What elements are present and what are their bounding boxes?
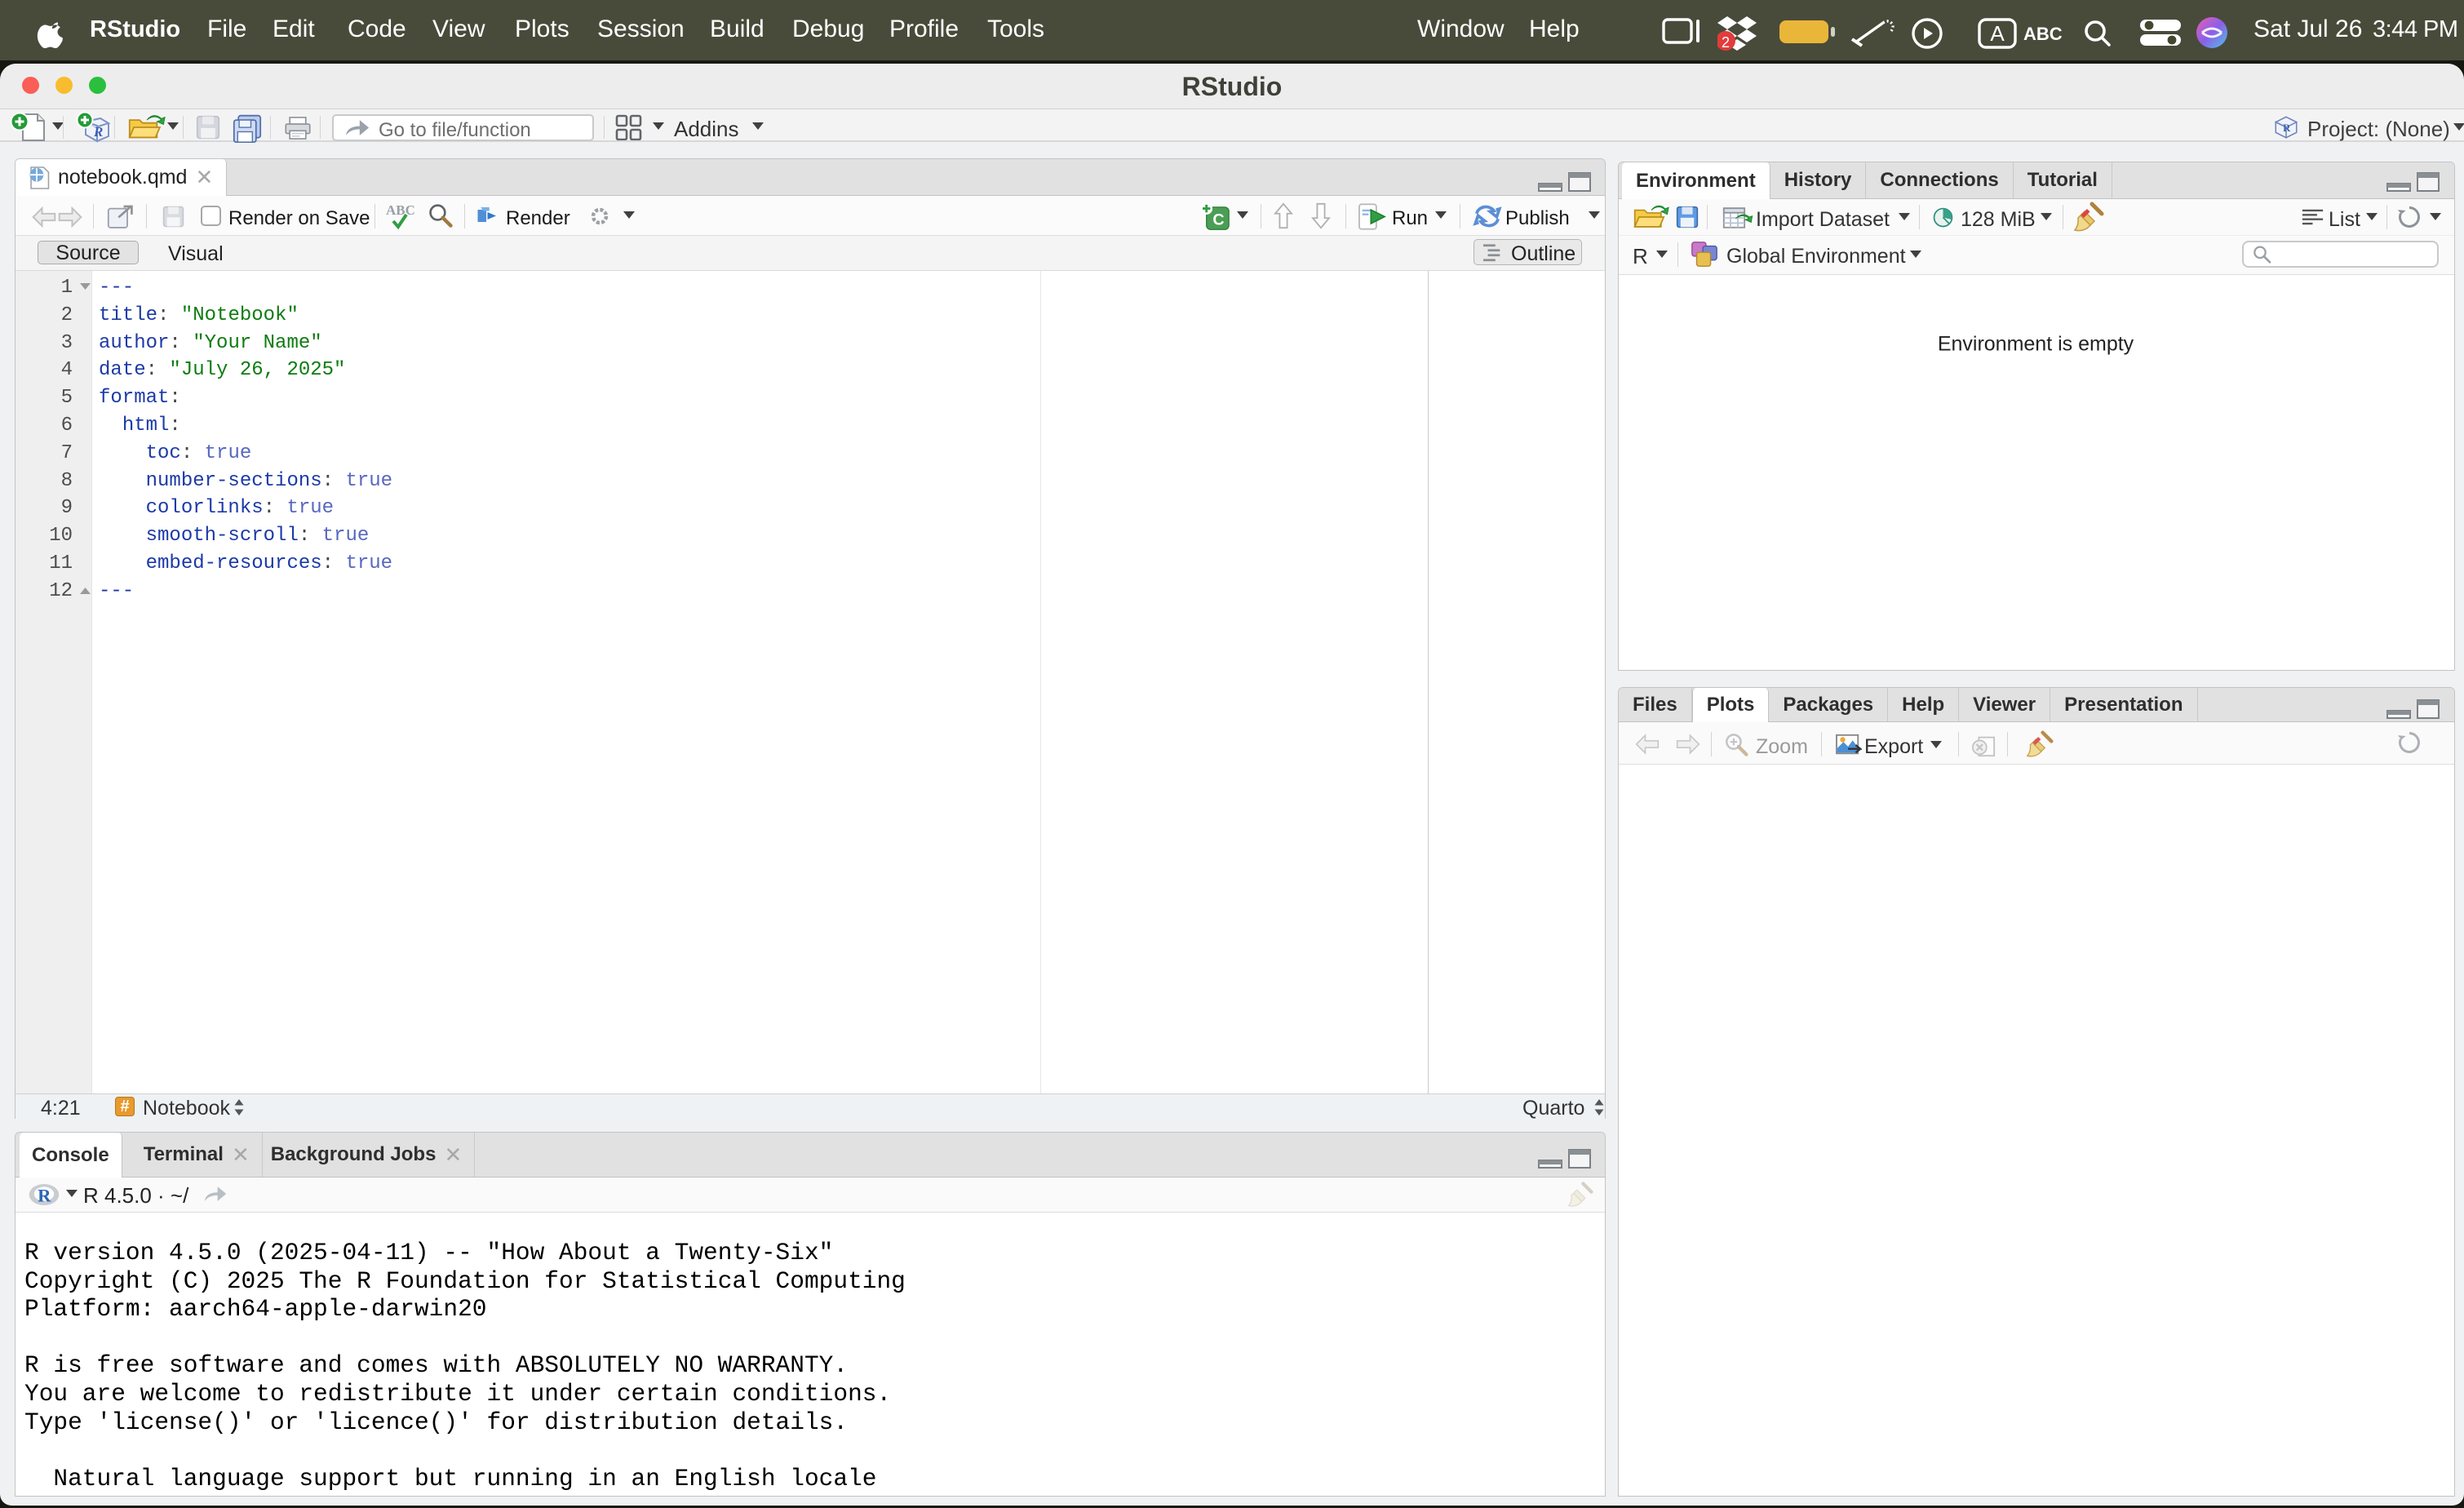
svg-text:R: R [93,124,103,140]
svg-text:A: A [1990,21,2005,46]
svg-text:ABC: ABC [386,202,415,218]
svg-text:2: 2 [1722,34,1730,51]
svg-text:ABC: ABC [2023,24,2063,44]
svg-text:R: R [2283,122,2291,134]
svg-text:C: C [1212,211,1224,228]
svg-text:R: R [38,1186,51,1206]
